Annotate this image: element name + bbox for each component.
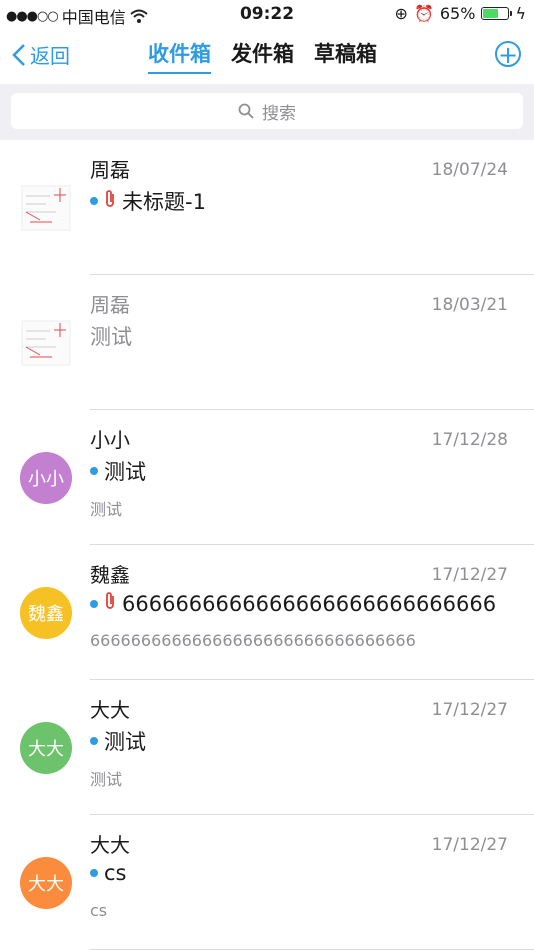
sender-avatar: 小小 <box>20 451 72 504</box>
mail-subject: 6666666666666666666666666666 <box>122 591 497 616</box>
attachment-icon <box>104 591 116 616</box>
sender-name: 大大 <box>90 833 130 857</box>
thumbnail-image <box>21 185 71 230</box>
mail-date: 18/03/21 <box>431 295 508 315</box>
mail-list-item[interactable]: 周磊 18/07/24 未标题-1 <box>0 140 534 275</box>
status-right: ⊕ ⏰ 65% ϟ <box>395 4 526 23</box>
battery-icon <box>481 7 513 20</box>
attachment-icon <box>104 189 116 214</box>
sender-avatar: 魏鑫 <box>20 586 72 639</box>
status-bar: ●●●○○ 中国电信 09:22 ⊕ ⏰ 65% ϟ <box>0 0 534 28</box>
chevron-left-icon <box>12 43 25 66</box>
sender-name: 小小 <box>90 428 130 452</box>
plus-icon: + <box>497 41 519 69</box>
search-input[interactable]: 搜索 <box>11 93 523 129</box>
compose-button[interactable]: + <box>495 41 521 69</box>
mail-list-item[interactable]: 魏鑫 魏鑫 17/12/27 6666666666666666666666666666… <box>0 545 534 680</box>
mail-subject: 未标题-1 <box>122 190 206 214</box>
mail-list-item[interactable]: 大大 大大 17/12/27 cs cs <box>0 815 534 950</box>
rotation-lock-icon: ⊕ <box>394 4 408 23</box>
back-label: 返回 <box>30 44 70 68</box>
sender-avatar: 大大 <box>20 856 72 909</box>
mail-subject-line: 测试 <box>90 726 146 756</box>
unread-dot-icon <box>90 737 98 745</box>
mail-subject-line: cs <box>90 861 127 885</box>
back-button[interactable]: 返回 <box>12 40 70 69</box>
mail-subject: 测试 <box>104 460 146 484</box>
alarm-icon: ⏰ <box>413 4 434 23</box>
sender-thumbnail-image <box>20 316 72 369</box>
mail-subject: 测试 <box>90 325 132 349</box>
mail-list-item[interactable]: 大大 大大 17/12/27 测试 测试 <box>0 680 534 815</box>
tab-drafts[interactable]: 草稿箱 <box>314 38 377 74</box>
unread-dot-icon <box>90 467 98 475</box>
unread-dot-icon <box>90 869 98 877</box>
battery-fill <box>483 9 499 18</box>
mail-subject-line: 测试 <box>90 456 146 486</box>
mail-subject-line: 未标题-1 <box>90 186 206 216</box>
battery-percent: 65% <box>439 4 476 23</box>
mail-list: 周磊 18/07/24 未标题-1 周磊 18/03/21 测试 小小 小小 17/12/28 测… <box>0 140 534 950</box>
mail-subject-line: 6666666666666666666666666666 <box>90 591 496 616</box>
tab-sent[interactable]: 发件箱 <box>231 38 294 74</box>
mailbox-tabs: 收件箱 发件箱 草稿箱 <box>148 38 377 74</box>
search-bar: 搜索 <box>0 84 534 140</box>
sender-thumbnail-image <box>20 181 72 234</box>
thumbnail-image <box>21 320 71 365</box>
nav-bar: 返回 收件箱 发件箱 草稿箱 + <box>0 28 534 84</box>
tab-inbox[interactable]: 收件箱 <box>148 38 211 74</box>
charging-icon: ϟ <box>515 4 526 23</box>
mail-preview: 66666666666666666666666666666666 <box>90 631 416 650</box>
mail-list-item[interactable]: 小小 小小 17/12/28 测试 测试 <box>0 410 534 545</box>
mail-preview: 测试 <box>90 770 123 789</box>
mail-preview: cs <box>90 901 108 920</box>
mail-date: 17/12/27 <box>431 565 508 585</box>
mail-subject: cs <box>104 861 127 885</box>
mail-subject-line: 测试 <box>90 321 132 351</box>
mail-date: 18/07/24 <box>431 160 508 180</box>
sender-name: 大大 <box>90 698 130 722</box>
sender-avatar: 大大 <box>20 721 72 774</box>
mail-subject: 测试 <box>104 730 146 754</box>
sender-name: 周磊 <box>90 293 130 317</box>
unread-dot-icon <box>90 197 98 205</box>
mail-list-item[interactable]: 周磊 18/03/21 测试 <box>0 275 534 410</box>
mail-date: 17/12/27 <box>431 700 508 720</box>
sender-name: 周磊 <box>90 158 130 182</box>
mail-preview: 测试 <box>90 500 123 519</box>
sender-name: 魏鑫 <box>90 563 130 587</box>
unread-dot-icon <box>90 599 98 608</box>
mail-date: 17/12/27 <box>431 835 508 855</box>
search-placeholder: 搜索 <box>262 103 296 124</box>
mail-date: 17/12/28 <box>431 430 508 450</box>
search-icon <box>238 103 254 119</box>
